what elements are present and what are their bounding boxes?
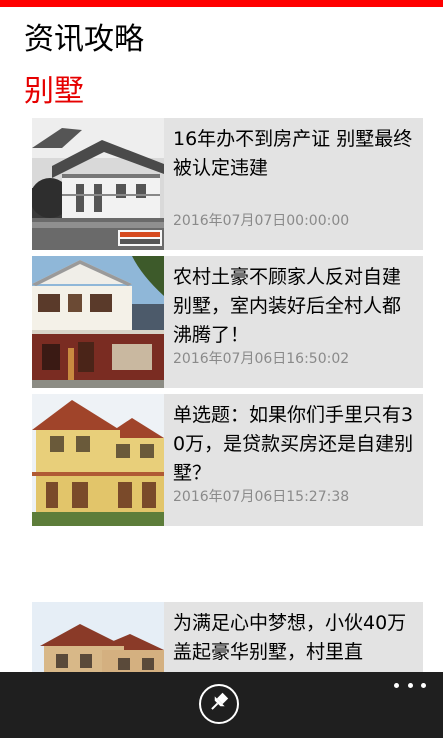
more-icon[interactable] (394, 678, 426, 692)
article-time: 2016年07月06日15:27:38 (173, 489, 350, 505)
section-title: 别墅 (24, 74, 84, 109)
app-bar (0, 672, 443, 738)
more-dot (407, 682, 413, 688)
more-dot (421, 682, 426, 688)
more-dot (394, 682, 399, 688)
page-title: 资讯攻略 (24, 22, 144, 57)
article-title: 单选题：如果你们手里只有30万，是贷款买房还是自建别墅？ (173, 404, 414, 484)
article-title: 为满足心中梦想，小伙40万盖起豪华别墅，村里直 (173, 612, 407, 663)
article-item[interactable]: 16年办不到房产证 别墅最终被认定违建 2016年07月07日00:00:00 (32, 118, 423, 250)
article-item[interactable]: 农村土豪不顾家人反对自建别墅，室内装好后全村人都沸腾了！ 2016年07月06日… (32, 256, 423, 388)
article-item[interactable]: 单选题：如果你们手里只有30万，是贷款买房还是自建别墅？ 2016年07月06日… (32, 394, 423, 526)
article-time: 2016年07月07日00:00:00 (173, 213, 350, 229)
article-thumbnail (32, 118, 164, 250)
pin-icon (208, 691, 230, 717)
article-thumbnail (32, 394, 164, 526)
top-accent-bar (0, 0, 443, 7)
article-title: 16年办不到房产证 别墅最终被认定违建 (173, 128, 413, 179)
article-time: 2016年07月06日16:50:02 (173, 351, 350, 367)
article-thumbnail (32, 256, 164, 388)
pin-button[interactable] (199, 684, 239, 724)
article-title: 农村土豪不顾家人反对自建别墅，室内装好后全村人都沸腾了！ (173, 266, 402, 346)
